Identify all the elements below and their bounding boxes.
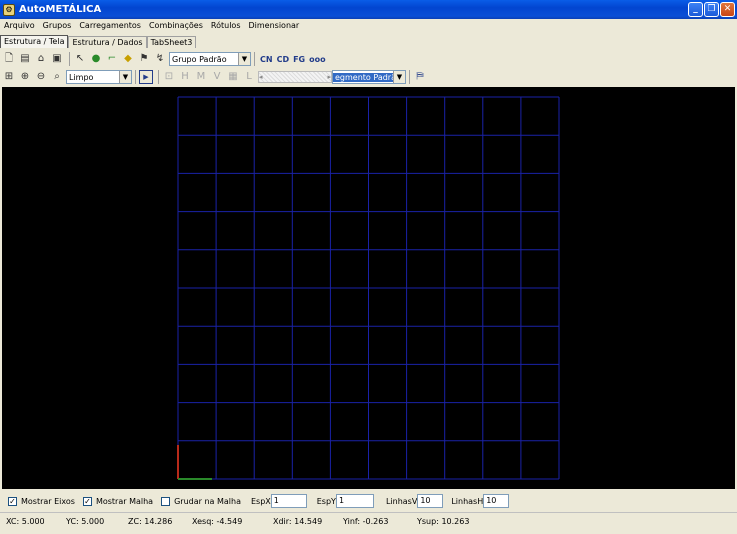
chevron-down-icon[interactable]: ▼ — [119, 71, 131, 83]
espy-label: EspY — [316, 496, 336, 506]
status-zc: ZC: 14.286 — [128, 517, 173, 526]
main-toolbar: 🗋 ▤ ⌂ ▣ ↖ ● ⌐ ◆ ⚑ ↯ Grupo Padrão ▼ CN CD… — [2, 51, 328, 67]
zoom-out-icon[interactable]: ⊖ — [34, 70, 48, 84]
linhasv-label: LinhasV — [385, 496, 418, 506]
new-icon[interactable]: 🗋 — [2, 52, 16, 66]
status-xesq: Xesq: -4.549 — [192, 517, 243, 526]
show-mesh-checkbox[interactable]: ✓ — [82, 496, 92, 506]
tab-estrutura-tela[interactable]: Estrutura / Tela — [0, 35, 69, 48]
status-ysup: Ysup: 10.263 — [417, 517, 470, 526]
status-xdir: Xdir: 14.549 — [273, 517, 323, 526]
support-icon[interactable]: ⚑ — [137, 52, 151, 66]
grid-icon[interactable]: ▦ — [226, 70, 240, 84]
tab-strip: Estrutura / Tela Estrutura / Dados TabSh… — [0, 34, 197, 48]
node-icon[interactable]: ● — [89, 52, 103, 66]
linhasv-input[interactable]: 10 — [417, 494, 444, 508]
espx-input[interactable]: 1 — [270, 494, 307, 508]
status-bar: XC: 5.000 YC: 5.000 ZC: 14.286 Xesq: -4.… — [0, 512, 737, 532]
mesh-grid — [177, 96, 560, 480]
menu-carregamentos[interactable]: Carregamentos — [75, 21, 145, 30]
menu-dimensionar[interactable]: Dimensionar — [245, 21, 304, 30]
snap-mesh-checkbox[interactable] — [161, 496, 171, 506]
cd-button[interactable]: CD — [275, 55, 292, 64]
save-as-icon[interactable]: ▤ — [18, 52, 32, 66]
point-icon[interactable]: ◆ — [121, 52, 135, 66]
linhash-input[interactable]: 10 — [483, 494, 510, 508]
app-icon[interactable]: ⚙ — [3, 3, 15, 16]
menu-grupos[interactable]: Grupos — [39, 21, 76, 30]
espy-input[interactable]: 1 — [335, 494, 374, 508]
axes — [177, 445, 212, 480]
bookmark-icon[interactable]: ⛿ — [413, 70, 427, 84]
status-yinf: Yinf: -0.263 — [343, 517, 389, 526]
window-title: AutoMETÁLICA — [19, 4, 102, 15]
snap-mesh-label: Grudar na Malha — [174, 496, 241, 506]
m-icon[interactable]: M — [194, 70, 208, 84]
menu-arquivo[interactable]: Arquivo — [0, 21, 39, 30]
l-icon[interactable]: L — [242, 70, 256, 84]
linhash-label: LinhasH — [451, 496, 484, 506]
options-bar: ✓ Mostrar Eixos ✓ Mostrar Malha Grudar n… — [0, 491, 737, 511]
save-icon[interactable]: ▣ — [50, 52, 64, 66]
espx-label: EspX — [250, 496, 271, 506]
toolbar-separator — [254, 52, 255, 66]
grid-svg[interactable] — [2, 87, 735, 489]
ooo-button[interactable]: ooo — [307, 55, 328, 64]
tab-estrutura-dados[interactable]: Estrutura / Dados — [68, 36, 147, 48]
restore-icon[interactable]: ❐ — [704, 2, 719, 17]
v-icon[interactable]: V — [210, 70, 224, 84]
play-icon[interactable]: ▶ — [139, 70, 153, 84]
zoom-window-icon[interactable]: ⌕ — [50, 70, 64, 84]
window-controls: _ ❐ ✕ — [688, 2, 735, 17]
lock-icon[interactable]: ⊡ — [162, 70, 176, 84]
group-select[interactable]: Grupo Padrão ▼ — [169, 52, 251, 66]
status-yc: YC: 5.000 — [66, 517, 105, 526]
group-select-value: Grupo Padrão — [172, 54, 227, 64]
zoom-extents-icon[interactable]: ⊞ — [2, 70, 16, 84]
menu-bar: Arquivo Grupos Carregamentos Combinações… — [0, 19, 737, 32]
menu-combinacoes[interactable]: Combinações — [145, 21, 207, 30]
drawing-canvas[interactable] — [2, 87, 735, 489]
view-toolbar: ⊞ ⊕ ⊖ ⌕ Limpo ▼ ▶ ⊡ H M V ▦ L ◂ ▸ egment… — [2, 69, 429, 85]
load-icon[interactable]: ↯ — [153, 52, 167, 66]
menu-rotulos[interactable]: Rótulos — [207, 21, 245, 30]
toolbar-separator — [409, 70, 410, 84]
segment-select-value: egmento Padrão — [333, 72, 393, 82]
toolbar-separator — [135, 70, 136, 84]
close-icon[interactable]: ✕ — [720, 2, 735, 17]
minimize-icon[interactable]: _ — [688, 2, 703, 17]
show-mesh-label: Mostrar Malha — [95, 496, 154, 506]
open-icon[interactable]: ⌂ — [34, 52, 48, 66]
scroll-left-icon[interactable]: ◂ — [259, 73, 263, 81]
view-select[interactable]: Limpo ▼ — [66, 70, 132, 84]
fg-button[interactable]: FG — [291, 55, 307, 64]
toolbar-separator — [69, 52, 70, 66]
chevron-down-icon[interactable]: ▼ — [238, 53, 250, 65]
segment-scrollbar[interactable]: ◂ ▸ — [258, 71, 332, 83]
show-axes-label: Mostrar Eixos — [21, 496, 75, 506]
toolbar-separator — [158, 70, 159, 84]
cn-button[interactable]: CN — [258, 55, 275, 64]
pointer-icon[interactable]: ↖ — [73, 52, 87, 66]
status-xc: XC: 5.000 — [6, 517, 45, 526]
bar-icon[interactable]: ⌐ — [105, 52, 119, 66]
zoom-in-icon[interactable]: ⊕ — [18, 70, 32, 84]
view-select-value: Limpo — [69, 72, 94, 82]
h-icon[interactable]: H — [178, 70, 192, 84]
chevron-down-icon[interactable]: ▼ — [393, 71, 405, 83]
tab-tabsheet3[interactable]: TabSheet3 — [146, 36, 197, 48]
title-bar: ⚙ AutoMETÁLICA _ ❐ ✕ — [0, 0, 737, 19]
show-axes-checkbox[interactable]: ✓ — [8, 496, 17, 506]
segment-select[interactable]: egmento Padrão ▼ — [332, 70, 406, 84]
scroll-right-icon[interactable]: ▸ — [327, 73, 331, 81]
